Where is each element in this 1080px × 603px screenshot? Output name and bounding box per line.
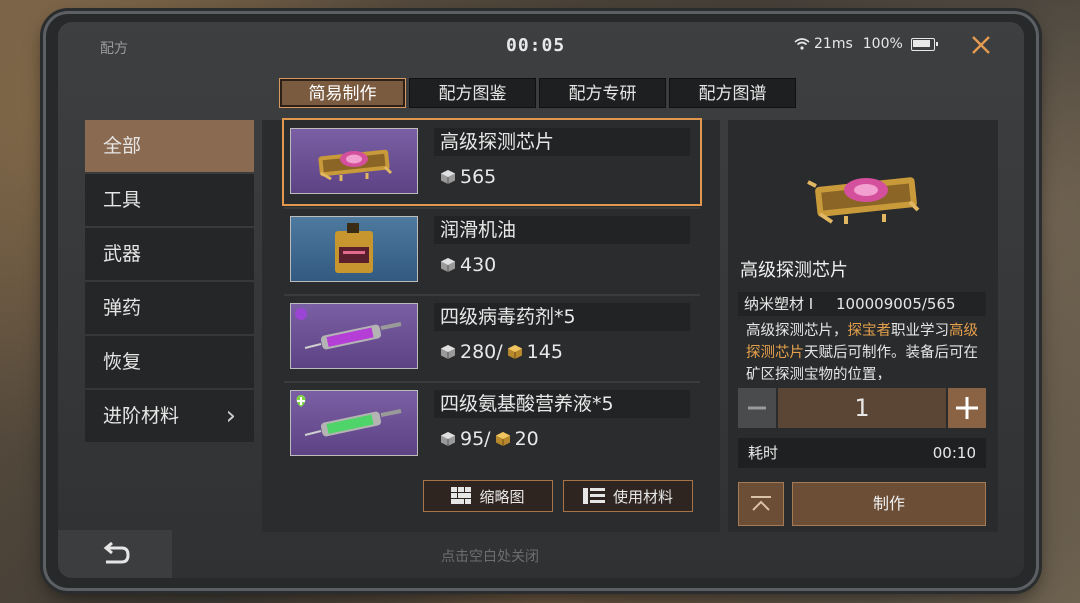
tab-bar: 简易制作 配方图鉴 配方专研 配方图谱 — [279, 78, 796, 108]
item-name: 高级探测芯片 — [434, 128, 690, 156]
gold-cube-icon — [495, 432, 510, 446]
tablet-frame: 配方 00:05 21ms 100% 简易制作 配方图鉴 配方专研 配方图谱 全… — [46, 14, 1036, 588]
craft-screen: 配方 00:05 21ms 100% 简易制作 配方图鉴 配方专研 配方图谱 全… — [58, 22, 1024, 578]
tab-recipe-codex[interactable]: 配方图鉴 — [409, 78, 536, 108]
chip-icon — [318, 149, 393, 181]
item-name: 四级氨基酸营养液*5 — [434, 390, 690, 418]
sidebar-item-weapons[interactable]: 武器 — [85, 228, 254, 280]
back-arrow-icon — [103, 542, 130, 564]
sidebar-item-label: 进阶材料 — [103, 405, 180, 427]
make-button[interactable]: 制作 — [792, 482, 986, 526]
oil-can-icon — [335, 223, 373, 273]
cost-value: 280/ — [460, 341, 503, 363]
quantity-stepper: 1 — [738, 388, 986, 428]
material-row: 纳米塑材 I 100009005/565 — [738, 292, 986, 316]
decrease-button[interactable] — [738, 388, 776, 428]
chevron-right-icon: › — [225, 401, 236, 431]
cost-value: 95/ — [460, 428, 491, 450]
tab-recipe-map[interactable]: 配方图谱 — [669, 78, 796, 108]
detail-title: 高级探测芯片 — [740, 260, 848, 281]
list-item[interactable]: 四级氨基酸营养液*5 95/ 20 — [284, 382, 700, 466]
material-cube-icon — [441, 258, 455, 272]
use-materials-button[interactable]: 使用材料 — [563, 480, 693, 512]
wifi-icon — [794, 38, 810, 50]
material-cube-icon — [441, 170, 455, 184]
item-cost: 430 — [440, 254, 496, 276]
sidebar-item-all[interactable]: 全部 — [85, 120, 254, 172]
button-label: 使用材料 — [612, 487, 673, 506]
battery-text: 100% — [862, 36, 903, 52]
plus-icon — [956, 397, 978, 419]
item-thumbnail — [290, 303, 418, 369]
close-hint: 点击空白处关闭 — [441, 549, 539, 565]
item-thumbnail — [290, 390, 418, 456]
chip-icon — [807, 177, 920, 224]
collapse-up-icon — [751, 496, 771, 511]
list-icon — [582, 488, 605, 504]
desc-highlight-profession: 探宝者 — [847, 323, 892, 339]
material-cube-icon — [441, 432, 455, 446]
item-cost: 95/ 20 — [440, 428, 539, 450]
list-item[interactable]: 高级探测芯片 565 — [282, 118, 702, 206]
item-cost: 565 — [440, 166, 496, 188]
sidebar-item-recovery[interactable]: 恢复 — [85, 336, 254, 388]
minus-icon — [748, 406, 766, 410]
sidebar-item-tools[interactable]: 工具 — [85, 174, 254, 226]
status-bar: 21ms 100% — [794, 36, 938, 52]
close-icon — [972, 36, 990, 54]
item-cost: 280/ 145 — [440, 341, 563, 363]
thumbnail-view-button[interactable]: 缩略图 — [423, 480, 553, 512]
material-name: 纳米塑材 I — [744, 295, 814, 313]
clock: 00:05 — [506, 35, 566, 56]
recipe-list: 高级探测芯片 565 润滑机油 430 四级病毒药剂*5 280/ 145 四级… — [262, 118, 720, 532]
desc-text: 高级探测芯片， — [746, 323, 848, 339]
material-cube-icon — [441, 345, 455, 359]
item-name: 润滑机油 — [434, 216, 690, 244]
time-label: 耗时 — [748, 444, 779, 462]
cost-value-secondary: 145 — [526, 341, 563, 363]
cost-value-secondary: 20 — [514, 428, 539, 450]
list-item[interactable]: 润滑机油 430 — [284, 208, 700, 292]
sidebar-item-ammo[interactable]: 弹药 — [85, 282, 254, 334]
tab-simple-craft[interactable]: 简易制作 — [279, 78, 406, 108]
tab-recipe-research[interactable]: 配方专研 — [539, 78, 666, 108]
item-name: 四级病毒药剂*5 — [434, 303, 690, 331]
quantity-value[interactable]: 1 — [778, 388, 946, 428]
detail-panel: 高级探测芯片 纳米塑材 I 100009005/565 高级探测芯片，探宝者职业… — [728, 120, 998, 532]
screen-title: 配方 — [100, 41, 128, 57]
craft-time-row: 耗时 00:10 — [738, 438, 986, 468]
collapse-button[interactable] — [738, 482, 784, 526]
time-value: 00:10 — [932, 444, 976, 462]
list-item[interactable]: 四级病毒药剂*5 280/ 145 — [284, 295, 700, 379]
gold-cube-icon — [507, 345, 522, 359]
item-description: 高级探测芯片，探宝者职业学习高级探测芯片天赋后可制作。装备后可在矿区探测宝物的位… — [738, 320, 986, 380]
amino-syringe-icon — [296, 395, 402, 437]
item-thumbnail — [290, 216, 418, 282]
cost-value: 430 — [460, 254, 497, 276]
close-button[interactable] — [966, 30, 996, 60]
virus-syringe-icon — [295, 308, 402, 350]
grid-icon — [451, 487, 472, 504]
battery-icon — [910, 37, 938, 51]
increase-button[interactable] — [948, 388, 986, 428]
ping-text: 21ms — [814, 36, 853, 52]
cost-value: 565 — [460, 166, 497, 188]
category-sidebar: 全部 工具 武器 弹药 恢复 进阶材料 › — [85, 120, 254, 444]
material-count: 100009005/565 — [835, 295, 956, 313]
item-thumbnail — [290, 128, 418, 194]
desc-text: 职业学习 — [891, 323, 949, 339]
button-label: 缩略图 — [479, 487, 525, 506]
sidebar-item-advanced-materials[interactable]: 进阶材料 › — [85, 390, 254, 442]
back-button[interactable] — [58, 530, 172, 578]
